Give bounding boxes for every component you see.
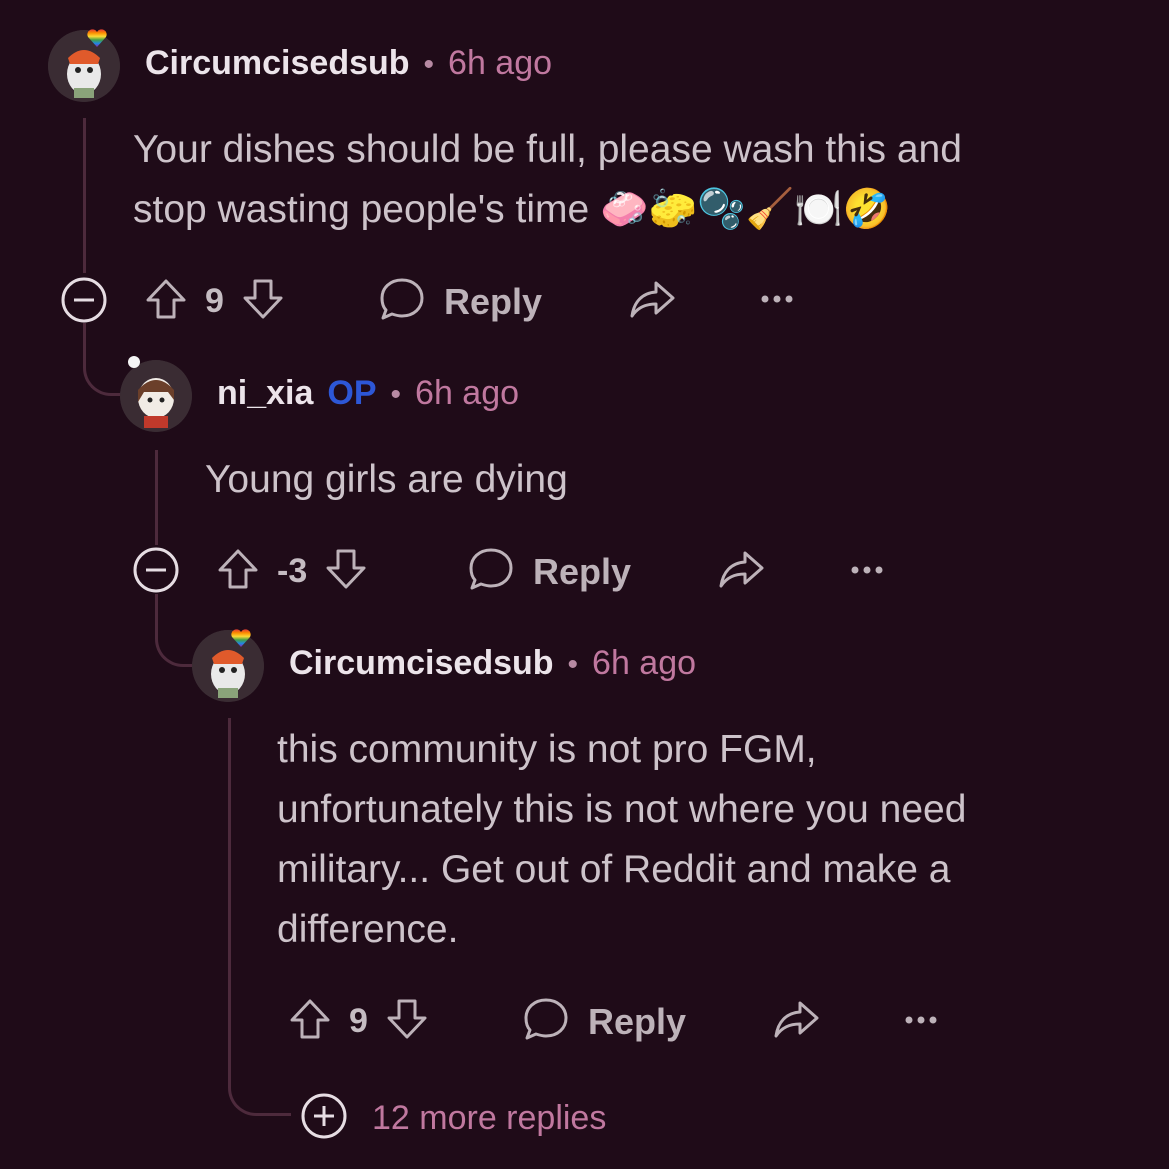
comment-line: this community is not pro FGM,: [277, 728, 817, 771]
reply-label: Reply: [588, 1000, 687, 1042]
comment-header: ni_xia OP • 6h ago: [217, 374, 519, 413]
collapse-icon[interactable]: [132, 546, 180, 599]
more-icon[interactable]: [760, 292, 794, 310]
pride-heart-icon: [86, 28, 108, 48]
comment-body: this community is not pro FGM, unfortuna…: [277, 720, 1137, 960]
thread-connector-1: [83, 323, 126, 396]
comment-icon: [522, 996, 570, 1047]
vote-count: 9: [205, 282, 224, 320]
reply-label: Reply: [533, 550, 632, 592]
thread-connector-2: [155, 594, 198, 667]
op-badge: OP: [327, 374, 377, 412]
comment-line: Young girls are dying: [205, 458, 568, 501]
reply-button[interactable]: Reply: [522, 996, 686, 1047]
reply-button[interactable]: Reply: [467, 546, 631, 597]
comment-body: Your dishes should be full, please wash …: [133, 120, 1133, 240]
avatar[interactable]: [120, 360, 192, 432]
timestamp: 6h ago: [415, 374, 520, 412]
username[interactable]: Circumcisedsub: [289, 644, 554, 683]
downvote-icon[interactable]: [384, 996, 430, 1047]
comment-header: Circumcisedsub • 6h ago: [145, 44, 552, 83]
username[interactable]: Circumcisedsub: [145, 44, 410, 83]
share-icon[interactable]: [772, 998, 820, 1047]
more-icon[interactable]: [904, 1013, 938, 1031]
vote-group: -3: [215, 546, 369, 597]
comment-line: Your dishes should be full, please wash …: [133, 128, 962, 171]
pride-heart-icon: [230, 628, 252, 648]
avatar[interactable]: [192, 630, 264, 702]
timestamp: 6h ago: [592, 644, 697, 682]
comment-body: Young girls are dying: [205, 450, 1105, 510]
comment-icon: [378, 276, 426, 327]
comment-line: unfortunately this is not where you need: [277, 788, 967, 831]
reply-button[interactable]: Reply: [378, 276, 542, 327]
vote-group: 9: [143, 276, 286, 327]
comment-line: stop wasting people's time 🧼🧽🫧🧹🍽️🤣: [133, 188, 892, 231]
status-dot: [128, 356, 140, 368]
separator: •: [390, 378, 402, 411]
comment-line: military... Get out of Reddit and make a: [277, 848, 951, 891]
separator: •: [423, 48, 435, 81]
upvote-icon[interactable]: [215, 546, 261, 597]
comment-header: Circumcisedsub • 6h ago: [289, 644, 696, 683]
thread-line-1: [83, 118, 86, 273]
more-icon[interactable]: [850, 563, 884, 581]
downvote-icon[interactable]: [240, 276, 286, 327]
thread-line-2: [155, 450, 158, 545]
downvote-icon[interactable]: [323, 546, 369, 597]
timestamp: 6h ago: [448, 44, 553, 82]
share-icon[interactable]: [717, 548, 765, 597]
more-replies-label: 12 more replies: [372, 1099, 607, 1137]
avatar[interactable]: [48, 30, 120, 102]
vote-count: 9: [349, 1002, 368, 1040]
collapse-icon[interactable]: [60, 276, 108, 329]
more-replies-link[interactable]: 12 more replies: [300, 1092, 606, 1145]
vote-group: 9: [287, 996, 430, 1047]
upvote-icon[interactable]: [143, 276, 189, 327]
share-icon[interactable]: [628, 278, 676, 327]
vote-count: -3: [277, 552, 308, 590]
username[interactable]: ni_xia: [217, 374, 313, 413]
comment-icon: [467, 546, 515, 597]
upvote-icon[interactable]: [287, 996, 333, 1047]
reply-label: Reply: [444, 280, 543, 322]
separator: •: [567, 648, 579, 681]
comment-line: difference.: [277, 908, 459, 951]
expand-icon: [300, 1092, 348, 1145]
